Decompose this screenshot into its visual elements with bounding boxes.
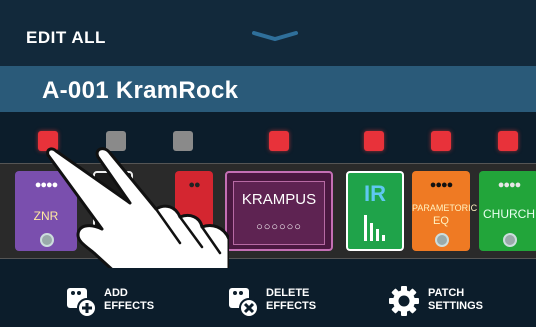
add-effects-label: ADD EFFECTS: [104, 287, 155, 312]
effect-led-4[interactable]: [269, 131, 289, 151]
delete-effects-button[interactable]: DELETE EFFECTS: [226, 282, 336, 320]
chevron-down-icon[interactable]: [250, 30, 300, 42]
pedal-label: CHURCH: [483, 207, 535, 221]
footswitch-icon: [503, 233, 517, 247]
effect-led-6[interactable]: [431, 131, 451, 151]
effect-led-7[interactable]: [498, 131, 518, 151]
knobs-icon: ●●●●: [497, 179, 522, 191]
knobs-icon: ○○○○○○: [256, 221, 302, 233]
patch-settings-button[interactable]: PATCH SETTINGS: [388, 282, 498, 320]
effect-pedal-krampus[interactable]: KRAMPUS ○○○○○○: [225, 171, 333, 251]
pedal-label: IR: [364, 181, 386, 206]
pedal-label: PARAMETORIC: [412, 203, 478, 213]
pedal-label: KRAMPUS: [241, 191, 317, 208]
footswitch-icon: [435, 233, 449, 247]
delete-effect-icon: [229, 288, 259, 318]
delete-effects-label: DELETE EFFECTS: [266, 287, 317, 312]
effect-pedal-parametric-eq[interactable]: ●●●● PARAMETORIC EQ: [412, 171, 478, 251]
patch-name: A-001 KramRock: [42, 77, 239, 104]
effect-pedal-ir[interactable]: IR: [346, 171, 404, 251]
add-effect-icon: [67, 288, 97, 318]
add-effects-button[interactable]: ADD EFFECTS: [64, 282, 164, 320]
effect-pedal-church[interactable]: ●●●● CHURCH: [479, 171, 536, 251]
pedal-label: EQ: [433, 215, 449, 227]
edit-all-label[interactable]: EDIT ALL: [26, 28, 106, 48]
effect-led-5[interactable]: [364, 131, 384, 151]
impulse-response-icon: [364, 215, 385, 241]
gear-icon: [389, 286, 419, 316]
knobs-icon: ●●●●: [429, 179, 454, 191]
patch-settings-label: PATCH SETTINGS: [428, 287, 484, 312]
